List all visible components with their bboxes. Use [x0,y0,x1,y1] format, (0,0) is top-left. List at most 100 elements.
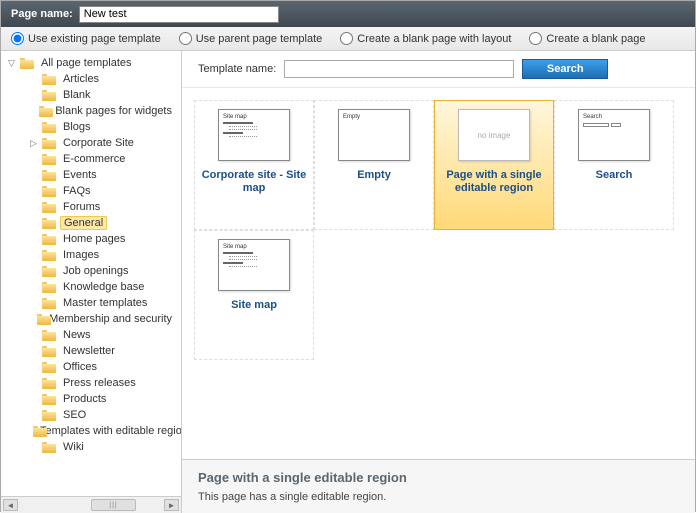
collapse-icon[interactable]: ▽ [7,58,16,69]
folder-icon [20,57,34,69]
tree-item[interactable]: ▷Corporate Site [1,135,181,151]
template-card[interactable]: no image Page with a single editable regi… [434,100,554,230]
scroll-thumb[interactable]: ||| [91,499,136,511]
tree-item[interactable]: Wiki [1,439,181,455]
radio-input[interactable] [11,32,24,45]
tree-item[interactable]: Products [1,391,181,407]
radio-label: Use parent page template [196,33,323,45]
tree-item-label: Newsletter [60,344,118,358]
folder-icon [42,153,56,165]
radio-option[interactable]: Use existing page template [11,32,161,45]
tree-item-label: Offices [60,360,100,374]
details-title: Page with a single editable region [198,470,679,485]
tree-item-label: Images [60,248,102,262]
folder-icon [42,121,56,133]
folder-icon [42,441,56,453]
tree-item[interactable]: Articles [1,71,181,87]
template-name: Corporate site - Site map [199,169,309,195]
template-details: Page with a single editable region This … [182,459,695,513]
scroll-left-button[interactable]: ◄ [3,499,18,511]
radio-option[interactable]: Use parent page template [179,32,323,45]
thumbnail-noimage: no image [458,109,530,161]
template-name: Site map [231,299,277,312]
tree-item[interactable]: E-commerce [1,151,181,167]
expand-icon[interactable]: ▷ [29,138,38,149]
tree-item[interactable]: SEO [1,407,181,423]
tree-item-label: Blogs [60,120,94,134]
tree-item-label: Forums [60,200,103,214]
template-card[interactable]: EmptyEmpty [314,100,434,230]
tree-item[interactable]: Images [1,247,181,263]
folder-icon [42,409,56,421]
tree-item-label: News [60,328,94,342]
tree-item[interactable]: FAQs [1,183,181,199]
details-description: This page has a single editable region. [198,491,679,503]
folder-icon [39,105,48,117]
tree-item[interactable]: Knowledge base [1,279,181,295]
folder-icon [42,345,56,357]
tree-item-label: Events [60,168,100,182]
tree-item[interactable]: Press releases [1,375,181,391]
page-name-label: Page name: [11,8,73,20]
folder-icon [42,217,56,229]
folder-icon [42,329,56,341]
tree-item-label: Blank [60,88,94,102]
template-name-label: Template name: [198,63,276,75]
folder-icon [42,297,56,309]
tree-item-label: Wiki [60,440,87,454]
thumbnail: Search [578,109,650,161]
radio-input[interactable] [340,32,353,45]
template-card[interactable]: SearchSearch [554,100,674,230]
thumbnail: Site map [218,109,290,161]
radio-input[interactable] [179,32,192,45]
thumbnail: Site map [218,239,290,291]
tree-item[interactable]: Blank [1,87,181,103]
folder-icon [42,233,56,245]
page-name-input[interactable] [79,6,279,23]
scroll-right-button[interactable]: ► [164,499,179,511]
tree-item[interactable]: Events [1,167,181,183]
tree-item[interactable]: Templates with editable regio [1,423,181,439]
template-name-input[interactable] [284,60,514,78]
folder-icon [42,169,56,181]
tree-item[interactable]: Newsletter [1,343,181,359]
tree-root[interactable]: ▽ All page templates [1,55,181,71]
tree-item[interactable]: Home pages [1,231,181,247]
radio-input[interactable] [529,32,542,45]
tree-item[interactable]: Blank pages for widgets [1,103,181,119]
tree-item[interactable]: Forums [1,199,181,215]
tree-item-label: Products [60,392,109,406]
horizontal-scrollbar[interactable]: ◄ ||| ► [1,496,181,513]
tree-item[interactable]: Blogs [1,119,181,135]
folder-icon [42,89,56,101]
radio-label: Use existing page template [28,33,161,45]
tree-item[interactable]: News [1,327,181,343]
main-panel: Template name: Search Site map Corporate … [182,51,695,513]
template-tree-sidebar: ▽ All page templates Articles BlankBlank … [1,51,182,513]
tree-item-label: Articles [60,72,102,86]
folder-icon [42,281,56,293]
template-name: Empty [357,169,391,182]
tree-root-label: All page templates [38,56,135,70]
template-name: Page with a single editable region [439,169,549,195]
tree-item[interactable]: Membership and security [1,311,181,327]
tree-item[interactable]: Offices [1,359,181,375]
tree-item[interactable]: General [1,215,181,231]
template-tree: ▽ All page templates Articles BlankBlank … [1,51,181,496]
tree-item-label: General [60,216,107,230]
tree-item[interactable]: Master templates [1,295,181,311]
template-card[interactable]: Site map Corporate site - Site map [194,100,314,230]
folder-icon [42,137,56,149]
folder-icon [42,73,56,85]
tree-item-label: Master templates [60,296,150,310]
tree-item[interactable]: Job openings [1,263,181,279]
template-grid: Site mapCorporate site - Site mapEmptyEm… [182,88,695,459]
template-card[interactable]: Site map Site map [194,230,314,360]
search-button[interactable]: Search [522,59,608,79]
radio-option[interactable]: Create a blank page with layout [340,32,511,45]
tree-item-label: Membership and security [46,312,175,326]
radio-option[interactable]: Create a blank page [529,32,645,45]
folder-icon [42,361,56,373]
page-name-header: Page name: [1,1,695,27]
tree-item-label: Templates with editable regio [37,424,181,438]
